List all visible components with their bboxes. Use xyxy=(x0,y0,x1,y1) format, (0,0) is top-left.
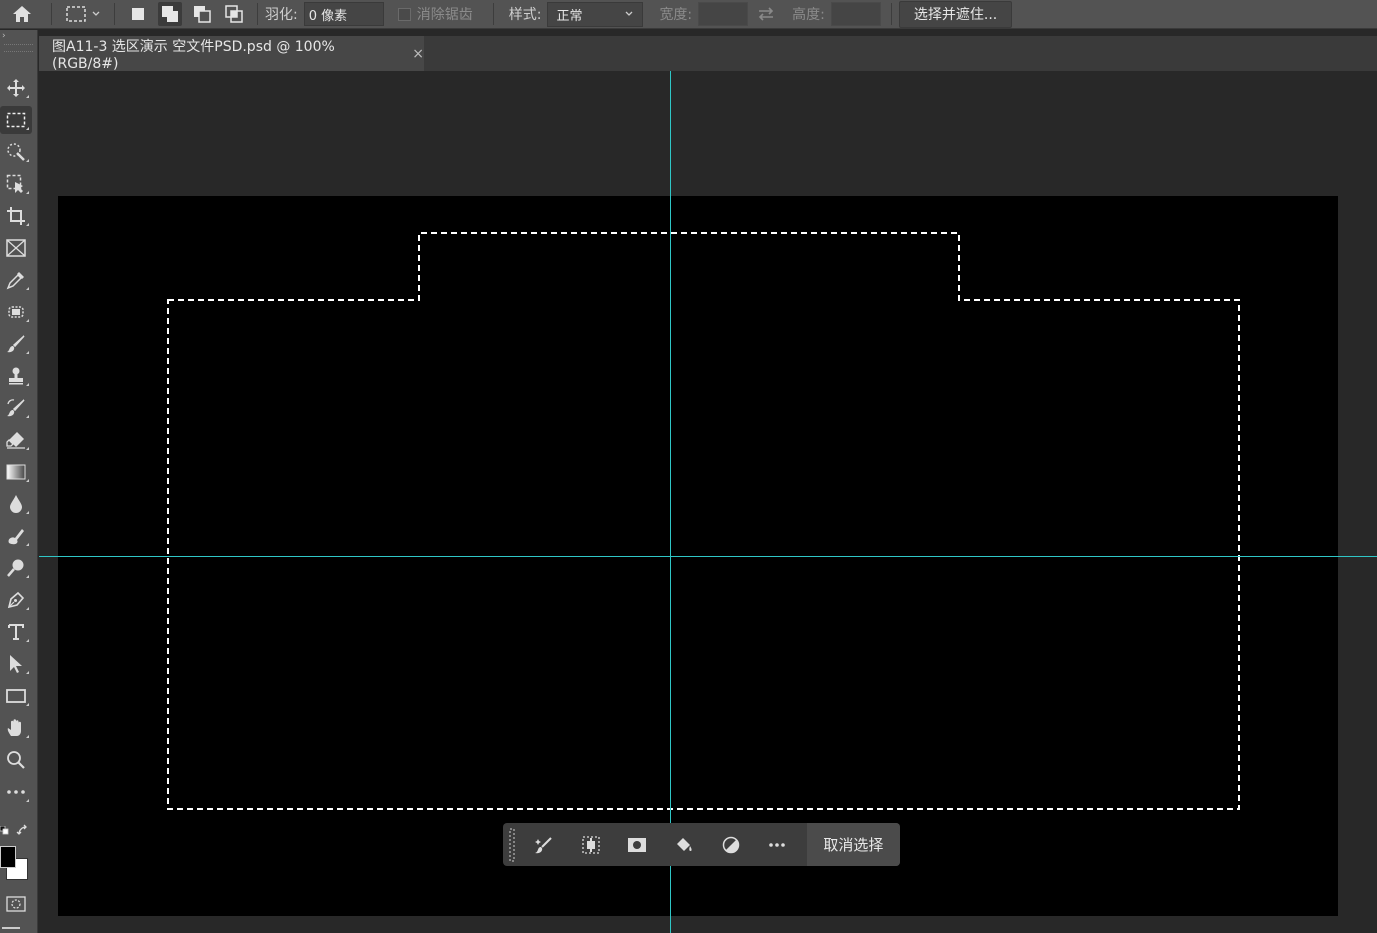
brush-sparkle-icon xyxy=(535,836,552,853)
taskbar-grip[interactable] xyxy=(503,823,521,866)
vertical-guide[interactable] xyxy=(670,71,671,933)
generative-fill-button[interactable] xyxy=(521,823,568,866)
create-mask-button[interactable] xyxy=(614,823,661,866)
grip-icon xyxy=(509,828,515,861)
paint-bucket-icon xyxy=(677,837,692,851)
adjustment-icon xyxy=(722,836,739,853)
fill-selection-button[interactable] xyxy=(661,823,708,866)
contextual-task-bar: 取消选择 xyxy=(503,823,900,866)
selection-marquee xyxy=(167,232,1240,810)
more-options-button[interactable] xyxy=(754,823,801,866)
transform-selection-icon xyxy=(582,835,600,854)
deselect-button[interactable]: 取消选择 xyxy=(806,823,900,866)
adjustment-layer-button[interactable] xyxy=(707,823,754,866)
mask-icon xyxy=(628,837,647,852)
more-icon xyxy=(769,842,786,847)
transform-selection-button[interactable] xyxy=(568,823,615,866)
horizontal-guide[interactable] xyxy=(39,556,1377,557)
